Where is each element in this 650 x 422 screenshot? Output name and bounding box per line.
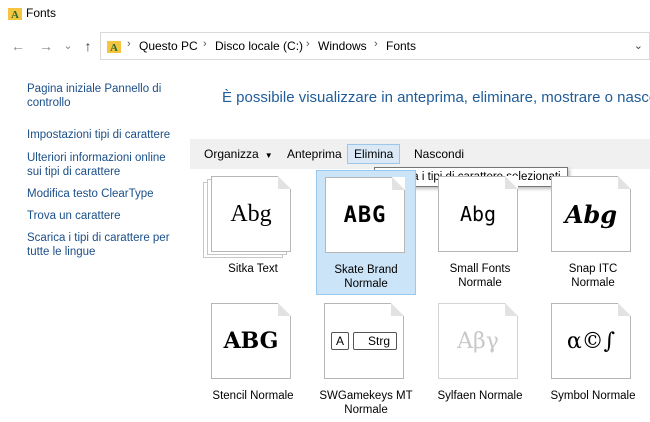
font-name-label: Sitka Text xyxy=(228,263,278,275)
breadcrumb-item[interactable]: Fonts xyxy=(386,39,416,53)
chevron-down-icon: ▼ xyxy=(264,151,273,160)
font-sample: Abg xyxy=(230,200,272,227)
font-preview: Abg xyxy=(551,176,631,252)
font-preview: Abg xyxy=(211,176,291,252)
font-name-label: Small Fonts xyxy=(449,263,511,275)
font-name: Skate Brand Normale xyxy=(317,263,415,291)
left-pane: Pagina iniziale Pannello di controllo Im… xyxy=(0,62,190,411)
font-info-online-link[interactable]: Ulteriori informazioni online sui tipi d… xyxy=(27,151,177,179)
font-tile-swgamekeys[interactable]: A Strg SWGamekeys MT Normale xyxy=(316,297,416,422)
font-name: Stencil Normale xyxy=(203,389,303,403)
font-settings-link[interactable]: Impostazioni tipi di carattere xyxy=(27,128,177,142)
font-name: Snap ITC Normale xyxy=(543,262,643,290)
font-tile-snap-itc[interactable]: Abg Snap ITC Normale xyxy=(543,170,643,295)
breadcrumb-separator-icon[interactable]: › xyxy=(374,38,378,50)
font-tile-small-fonts[interactable]: Abg Small Fonts Normale xyxy=(430,170,530,295)
font-preview: Aβγ xyxy=(438,303,518,379)
breadcrumb-separator-icon[interactable]: › xyxy=(203,38,207,50)
title-bar: A Fonts xyxy=(0,0,650,28)
font-tile-sitka-text[interactable]: Abg Sitka Text xyxy=(203,170,303,295)
breadcrumb-separator-icon[interactable]: › xyxy=(306,38,310,50)
recent-locations-icon[interactable]: ⌄ xyxy=(60,38,76,54)
font-tile-sylfaen[interactable]: Aβγ Sylfaen Normale xyxy=(430,297,530,422)
breadcrumb-item[interactable]: Windows xyxy=(318,39,367,53)
font-name-label: Symbol Normale xyxy=(550,390,636,402)
organize-button[interactable]: Organizza ▼ xyxy=(198,144,279,164)
forward-arrow-icon[interactable]: → xyxy=(38,38,54,54)
svg-text:A: A xyxy=(11,9,19,20)
address-bar[interactable]: A › Questo PC › Disco locale (C:) › Wind… xyxy=(100,32,650,60)
font-name: Symbol Normale xyxy=(543,389,643,403)
font-style-label: Normale xyxy=(344,278,388,290)
breadcrumb-item[interactable]: Questo PC xyxy=(139,39,198,53)
hide-button[interactable]: Nascondi xyxy=(408,144,470,164)
svg-text:A: A xyxy=(110,42,118,53)
address-dropdown-icon[interactable]: ⌄ xyxy=(634,39,643,52)
font-preview: Abg xyxy=(438,176,518,252)
key-a-sample: A xyxy=(330,332,349,350)
breadcrumb-item[interactable]: Disco locale (C:) xyxy=(215,39,303,53)
back-arrow-icon[interactable]: ← xyxy=(10,38,26,54)
font-style-label: Normale xyxy=(571,277,615,289)
font-sample: α©∫ xyxy=(566,328,616,354)
fonts-folder-icon: A xyxy=(107,41,121,53)
font-sample: Aβγ xyxy=(457,328,499,354)
page-heading: È possibile visualizzare in anteprima, e… xyxy=(222,89,650,106)
font-name: Sitka Text xyxy=(203,262,303,276)
font-preview: ABG xyxy=(211,303,291,379)
up-arrow-icon[interactable]: ↑ xyxy=(80,38,96,54)
window-title: Fonts xyxy=(26,6,57,20)
font-sample: ABG xyxy=(223,328,279,354)
delete-button[interactable]: Elimina xyxy=(347,144,401,164)
font-tile-stencil[interactable]: ABG Stencil Normale xyxy=(203,297,303,422)
cleartype-link[interactable]: Modifica testo ClearType xyxy=(27,187,177,201)
navigation-bar: ← → ⌄ ↑ A › Questo PC › Disco locale (C:… xyxy=(0,32,650,62)
font-sample: ABG xyxy=(343,202,387,228)
command-bar: Organizza ▼ Anteprima Elimina Nascondi xyxy=(190,139,650,169)
font-style-label: Normale xyxy=(458,277,502,289)
font-name-label: Sylfaen Normale xyxy=(437,390,523,402)
font-name-label: Snap ITC xyxy=(568,263,618,275)
font-name-label: SWGamekeys MT xyxy=(319,390,413,402)
font-sample: Abg xyxy=(459,202,497,226)
organize-label: Organizza xyxy=(204,147,259,161)
font-name: Small Fonts Normale xyxy=(430,262,530,290)
font-name: Sylfaen Normale xyxy=(430,389,530,403)
font-preview: A Strg xyxy=(324,303,404,379)
control-panel-home-link[interactable]: Pagina iniziale Pannello di controllo xyxy=(27,82,177,110)
fonts-folder-icon: A xyxy=(8,8,22,20)
download-fonts-link[interactable]: Scarica i tipi di carattere per tutte le… xyxy=(27,231,177,259)
font-sample: Abg xyxy=(564,199,618,229)
font-style-label: Normale xyxy=(344,404,388,416)
font-preview: α©∫ xyxy=(551,303,631,379)
font-tile-skate-brand[interactable]: ABG Skate Brand Normale xyxy=(316,170,416,295)
font-preview: ABG xyxy=(325,177,405,253)
breadcrumb-separator-icon[interactable]: › xyxy=(127,38,131,50)
key-strg-sample: Strg xyxy=(353,332,398,350)
find-character-link[interactable]: Trova un carattere xyxy=(27,209,177,223)
font-name: SWGamekeys MT Normale xyxy=(316,389,416,417)
font-sample: A Strg xyxy=(325,304,403,378)
font-name-label: Stencil Normale xyxy=(212,390,294,402)
font-name-label: Skate Brand xyxy=(334,264,398,276)
preview-button[interactable]: Anteprima xyxy=(281,144,348,164)
font-tile-symbol[interactable]: α©∫ Symbol Normale xyxy=(543,297,643,422)
